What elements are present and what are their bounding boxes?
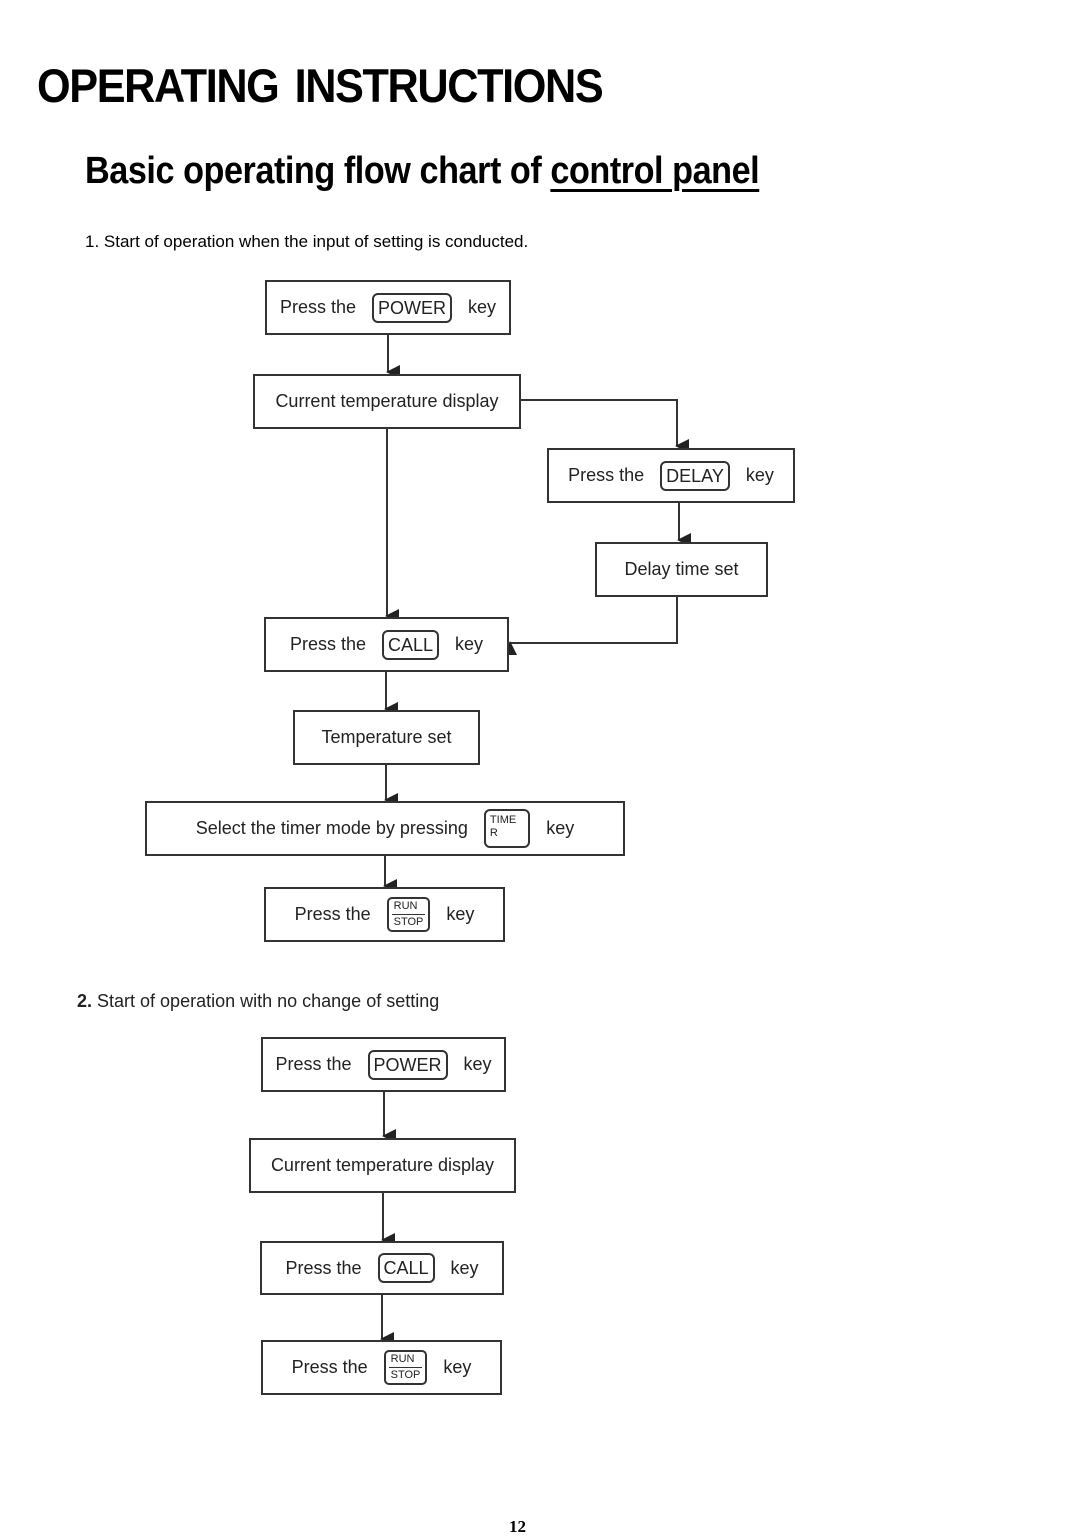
node-text: key (745, 465, 774, 485)
node-text: Temperature set (321, 727, 452, 747)
run-key-label: RUN (391, 899, 426, 915)
section-heading: Basic operating flow chart of control pa… (85, 150, 760, 193)
node-text: Delay time set (624, 559, 739, 579)
timer-key-top: TIME (489, 814, 517, 826)
node-text: Press the (275, 1054, 352, 1074)
step2-number: 2. (77, 991, 93, 1011)
node-text: key (455, 634, 484, 654)
node-text: Press the (285, 1257, 362, 1278)
node2-press-run-stop: Press the RUN STOP key (261, 1340, 502, 1395)
run-key-label: RUN (388, 1352, 423, 1368)
step2-text: Start of operation with no change of set… (92, 991, 440, 1011)
page-title: OPERATING INSTRUCTIONS (37, 59, 604, 112)
power-key: POWER (367, 1049, 448, 1080)
node2-press-call: Press the CALL key (260, 1241, 504, 1295)
call-key: CALL (377, 1253, 435, 1283)
node-current-temp-display: Current temperature display (253, 374, 521, 429)
node-select-timer-mode: Select the timer mode by pressing TIME R… (145, 801, 625, 856)
node-press-power: Press the POWER key (265, 280, 511, 335)
node-text: Select the timer mode by pressing (195, 818, 468, 838)
node-text: Press the (289, 634, 366, 654)
node-text: Current temperature display (275, 391, 499, 411)
node2-current-temp-display: Current temperature display (249, 1138, 516, 1193)
power-key: POWER (372, 292, 453, 323)
delay-key: DELAY (660, 460, 730, 491)
step1-label: 1. Start of operation when the input of … (85, 232, 529, 251)
node-delay-time-set: Delay time set (595, 542, 768, 597)
stop-key-label: STOP (393, 916, 424, 928)
node-press-run-stop: Press the RUN STOP key (264, 887, 505, 942)
step2-label: 2. Start of operation with no change of … (77, 991, 439, 1012)
heading-text: Basic operating flow chart of (85, 150, 551, 192)
node2-press-power: Press the POWER key (261, 1037, 506, 1092)
node-text: key (450, 1257, 479, 1278)
node-temperature-set: Temperature set (293, 710, 480, 765)
node-text: key (446, 904, 475, 924)
node-text: Press the (279, 297, 356, 317)
arrow-current-temp-to-delay (521, 399, 689, 453)
timer-key-bottom: R (489, 827, 498, 839)
node-text: key (468, 297, 497, 317)
arrow-delay-time-to-call (503, 597, 678, 655)
node-text: Press the (568, 465, 645, 485)
node-text: key (546, 818, 575, 838)
run-stop-key: RUN STOP (386, 897, 431, 932)
stop-key-label: STOP (390, 1369, 421, 1381)
flowchart-connectors (380, 335, 691, 1346)
node-text: key (443, 1357, 472, 1377)
timer-key: TIME R (483, 809, 531, 848)
node-text: Press the (294, 904, 371, 924)
heading-underlined-text: control panel (550, 150, 760, 192)
node-press-call: Press the CALL key (264, 617, 509, 672)
page-number: 12 (509, 1517, 526, 1536)
node-text: Press the (291, 1357, 368, 1377)
run-stop-key: RUN STOP (383, 1350, 428, 1385)
node-text: Current temperature display (270, 1155, 495, 1175)
node-text: key (463, 1054, 492, 1074)
node-press-delay: Press the DELAY key (547, 448, 795, 503)
call-key: CALL (382, 629, 440, 660)
